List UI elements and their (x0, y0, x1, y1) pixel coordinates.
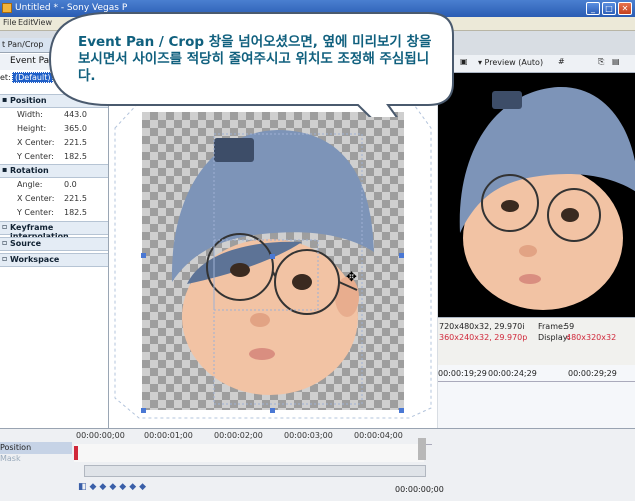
crop-center-handle[interactable] (270, 254, 275, 259)
preview-info: 720x480x32, 29.970i 360x240x32, 29.970p … (438, 317, 635, 366)
ruler-mark: 00:00:24;29 (488, 369, 537, 378)
save-snapshot-icon[interactable]: ▤ (612, 57, 620, 66)
keyframe-track[interactable] (74, 444, 424, 462)
close-button[interactable]: ✕ (618, 2, 632, 15)
minimize-button[interactable]: _ (586, 2, 600, 15)
keyframe-marker[interactable] (74, 446, 78, 460)
menu-file[interactable]: File (3, 18, 16, 27)
time-display: 00:00:00;00 (395, 485, 444, 494)
preview-quality-dropdown[interactable]: ▾ Preview (Auto) (478, 58, 543, 67)
prop-rot-y-center[interactable]: Y Center: 182.5 (0, 206, 108, 220)
preview-format: 360x240x32, 29.970p (439, 333, 528, 342)
grid-icon[interactable]: # (558, 57, 565, 66)
transport-controls[interactable]: ◧◆◆◆◆◆◆ (78, 482, 149, 492)
copy-snapshot-icon[interactable]: ⎘ (598, 57, 604, 67)
frame-label: Frame: (538, 322, 566, 331)
maximize-button[interactable]: □ (602, 2, 616, 15)
crop-handle-bottom-left[interactable] (141, 408, 146, 413)
prop-rot-x-center[interactable]: X Center: 221.5 (0, 192, 108, 206)
crop-handle-right[interactable] (399, 253, 404, 258)
project-format: 720x480x32, 29.970i (439, 322, 525, 331)
main-timeline[interactable]: 00:00:19;29 00:00:24;29 00:00:29;29 (438, 365, 635, 428)
prop-x-center[interactable]: X Center: 221.5 (0, 136, 108, 150)
preview-toolbar: ▣ ▾ Preview (Auto) # ⎘ ▤ (438, 55, 635, 73)
move-cursor-icon: ✥ (346, 270, 357, 285)
section-rotation[interactable]: ▪ Rotation (0, 164, 108, 178)
prop-height[interactable]: Height: 365.0 (0, 122, 108, 136)
baby-photo (171, 130, 374, 405)
ruler-mark: 00:00:29;29 (568, 369, 617, 378)
crop-handle-bottom[interactable] (270, 408, 275, 413)
vertical-scrollbar[interactable] (418, 438, 426, 460)
prop-angle[interactable]: Angle: 0.0 (0, 178, 108, 192)
track-mask[interactable]: Mask (0, 454, 72, 464)
crop-handle-bottom-right[interactable] (399, 408, 404, 413)
expand-icon: ▫ (2, 222, 8, 231)
ruler-mark: 00:00:19;29 (438, 369, 487, 378)
crop-handle-left[interactable] (141, 253, 146, 258)
prop-y-center[interactable]: Y Center: 182.5 (0, 150, 108, 164)
frame-value: 59 (564, 322, 575, 331)
display-value: 480x320x32 (566, 333, 617, 342)
preview-image (438, 73, 635, 317)
expand-icon: ▫ (2, 238, 8, 247)
section-keyframe-interpolation[interactable]: ▫ Keyframe interpolation (0, 221, 108, 241)
preset-label: et: (0, 73, 11, 82)
app-icon (2, 3, 12, 13)
section-workspace[interactable]: ▫ Workspace (0, 253, 108, 267)
menu-edit[interactable]: Edit (18, 18, 34, 27)
monitor-icon[interactable]: ▣ (460, 57, 468, 66)
display-label: Display: (538, 333, 570, 342)
collapse-icon: ▪ (2, 95, 8, 104)
section-source[interactable]: ▫ Source (0, 237, 108, 251)
horizontal-scrollbar[interactable] (84, 465, 426, 477)
expand-icon: ▫ (2, 254, 8, 263)
collapse-icon: ▪ (2, 165, 8, 174)
callout-text: Event Pan / Crop 창을 넘어오셨으면, 옆에 미리보기 창을 보… (78, 34, 432, 84)
track-position[interactable]: Position (0, 442, 72, 454)
